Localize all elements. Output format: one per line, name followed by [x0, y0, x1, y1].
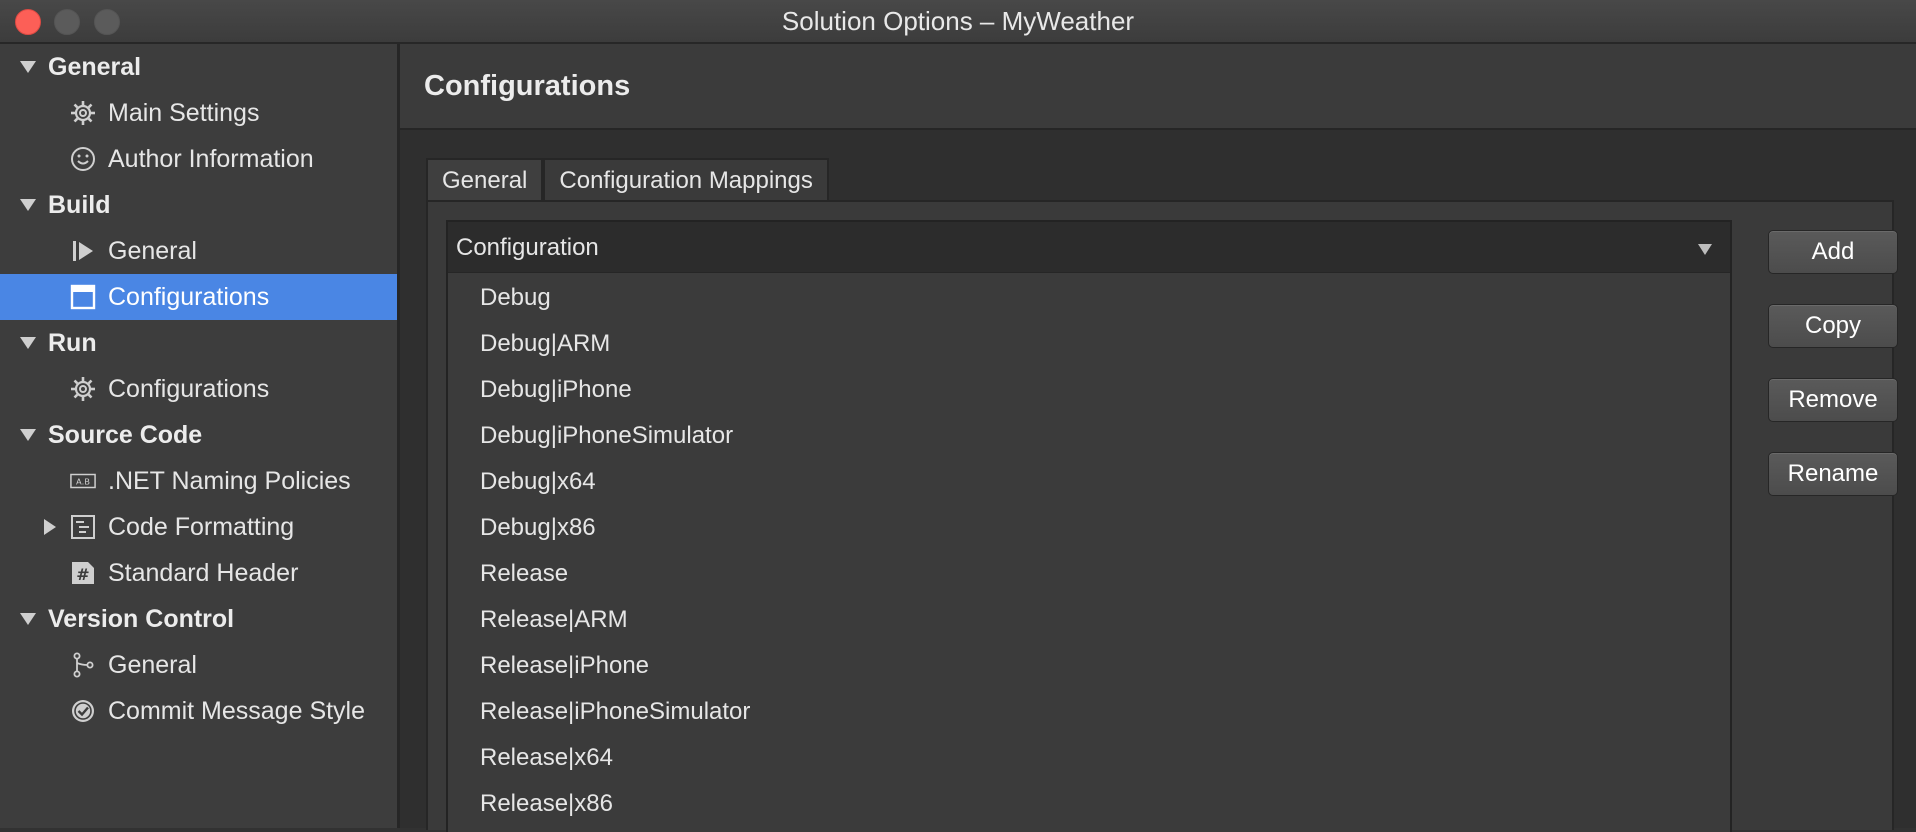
disclosure-triangle-icon[interactable] [20, 429, 36, 441]
sidebar-item-code-formatting[interactable]: Code Formatting [0, 504, 397, 550]
hash-icon: # [70, 560, 96, 586]
sidebar-item-label: Configurations [108, 374, 270, 403]
panel-header: Configurations [400, 44, 1916, 130]
check-circle-icon [70, 698, 96, 724]
list-item[interactable]: Debug [448, 274, 1730, 320]
list-item[interactable]: Debug|x86 [448, 504, 1730, 550]
sidebar-item-main-settings[interactable]: Main Settings [0, 90, 397, 136]
sidebar-item-build-general[interactable]: General [0, 228, 397, 274]
list-item[interactable]: Debug|iPhone [448, 366, 1730, 412]
gear-icon [70, 100, 96, 126]
category-build[interactable]: Build [0, 182, 397, 228]
sidebar-item-label: Code Formatting [108, 512, 295, 541]
tab-configuration-mappings[interactable]: Configuration Mappings [543, 158, 829, 202]
list-item[interactable]: Release|iPhoneSimulator [448, 688, 1730, 734]
list-item[interactable]: Release|x64 [448, 734, 1730, 780]
category-label: Run [48, 328, 97, 357]
tab-bar: General Configuration Mappings [426, 158, 829, 202]
disclosure-triangle-icon[interactable] [20, 61, 36, 73]
sidebar-item-run-configurations[interactable]: Configurations [0, 366, 397, 412]
category-label: Build [48, 190, 111, 219]
category-version-control[interactable]: Version Control [0, 596, 397, 642]
sidebar-item-label: .NET Naming Policies [108, 466, 351, 495]
solution-options-window: Solution Options – MyWeather General Mai… [0, 0, 1916, 832]
sidebar-item-label: Configurations [108, 282, 270, 311]
list-item[interactable]: Release [448, 550, 1730, 596]
category-label: Version Control [48, 604, 235, 633]
code-format-icon [70, 514, 96, 540]
expand-triangle-icon[interactable] [44, 519, 56, 535]
sidebar-item-label: General [108, 650, 197, 679]
list-column-header[interactable]: Configuration [448, 222, 1730, 273]
tab-content-general: Configuration Debug Debug|ARM Debug|iPho… [426, 200, 1898, 832]
rename-button[interactable]: Rename [1768, 452, 1898, 496]
category-source-code[interactable]: Source Code [0, 412, 397, 458]
page-title: Configurations [424, 70, 631, 102]
category-general[interactable]: General [0, 44, 397, 90]
sidebar-item-author-information[interactable]: Author Information [0, 136, 397, 182]
main-panel: Configurations General Configuration Map… [400, 44, 1916, 832]
sidebar-item-label: Commit Message Style [108, 696, 366, 725]
tab-general[interactable]: General [426, 158, 544, 202]
build-play-icon [70, 238, 96, 264]
sidebar-item-label: Standard Header [108, 558, 299, 587]
list-item[interactable]: Release|iPhone [448, 642, 1730, 688]
window-icon [70, 284, 96, 310]
branch-icon [70, 652, 96, 678]
sort-arrow-icon[interactable] [1698, 244, 1712, 255]
naming-ab-icon: A.B [70, 468, 96, 494]
list-item[interactable]: Debug|ARM [448, 320, 1730, 366]
sidebar-item-naming-policies[interactable]: A.B .NET Naming Policies [0, 458, 397, 504]
gear-icon [70, 376, 96, 402]
remove-button[interactable]: Remove [1768, 378, 1898, 422]
column-header-label: Configuration [456, 234, 599, 261]
svg-text:A.B: A.B [76, 477, 90, 487]
sidebar-item-label: Main Settings [108, 98, 260, 127]
sidebar-item-commit-message-style[interactable]: Commit Message Style [0, 688, 397, 734]
options-sidebar: General Main Settings Author Information… [0, 44, 400, 828]
list-item[interactable]: Release|ARM [448, 596, 1730, 642]
list-item[interactable]: Release|x86 [448, 780, 1730, 826]
disclosure-triangle-icon[interactable] [20, 337, 36, 349]
list-item[interactable]: Debug|iPhoneSimulator [448, 412, 1730, 458]
smiley-icon [70, 146, 96, 172]
sidebar-item-standard-header[interactable]: # Standard Header [0, 550, 397, 596]
category-run[interactable]: Run [0, 320, 397, 366]
title-bar: Solution Options – MyWeather [0, 0, 1916, 44]
sidebar-item-build-configurations[interactable]: Configurations [0, 274, 397, 320]
svg-text:#: # [76, 565, 89, 584]
sidebar-item-vc-general[interactable]: General [0, 642, 397, 688]
configurations-list[interactable]: Configuration Debug Debug|ARM Debug|iPho… [446, 220, 1732, 832]
category-label: General [48, 52, 142, 81]
list-item[interactable]: Debug|x64 [448, 458, 1730, 504]
copy-button[interactable]: Copy [1768, 304, 1898, 348]
disclosure-triangle-icon[interactable] [20, 199, 36, 211]
category-label: Source Code [48, 420, 203, 449]
window-title: Solution Options – MyWeather [781, 6, 1135, 36]
add-button[interactable]: Add [1768, 230, 1898, 274]
sidebar-item-label: Author Information [108, 144, 314, 173]
sidebar-item-label: General [108, 236, 197, 265]
disclosure-triangle-icon[interactable] [20, 613, 36, 625]
